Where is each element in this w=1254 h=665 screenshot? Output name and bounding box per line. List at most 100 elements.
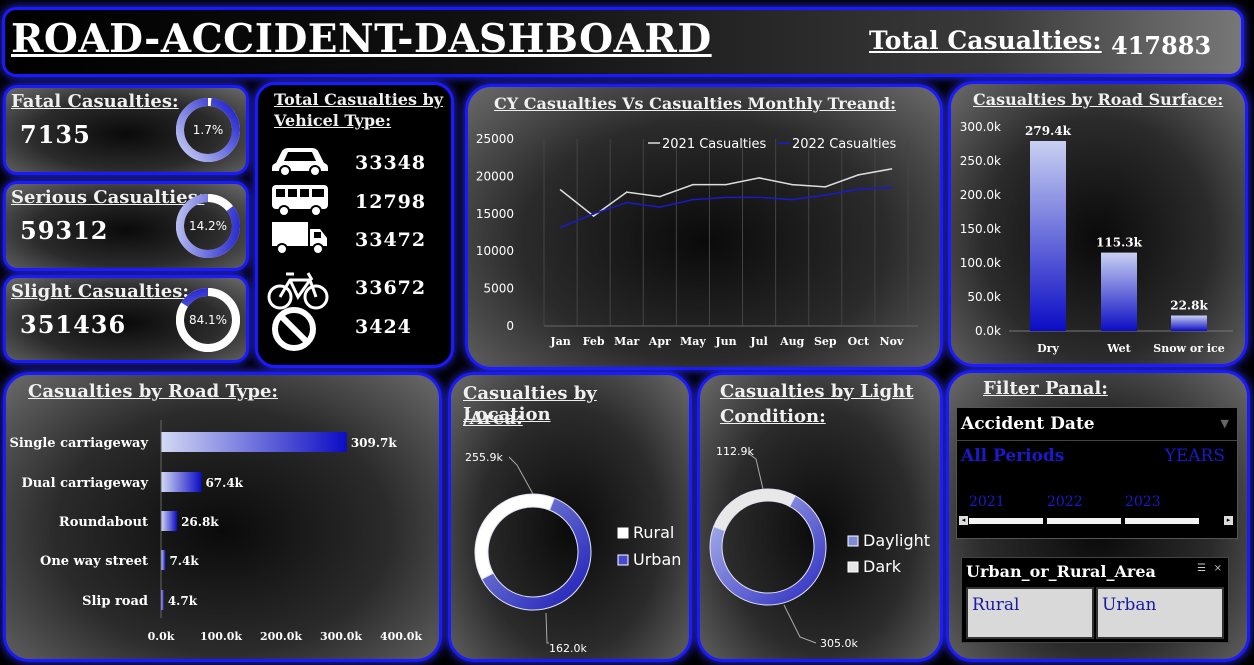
prohibited-icon bbox=[270, 307, 322, 355]
series-point bbox=[890, 186, 893, 189]
legend-label: Daylight bbox=[863, 531, 930, 550]
data-label: 255.9k bbox=[465, 451, 503, 464]
x-tick-label: Dry bbox=[1037, 342, 1059, 355]
leader-line bbox=[508, 456, 534, 495]
x-tick-label: 300.0k bbox=[320, 630, 362, 643]
timeline-period-bar[interactable] bbox=[1047, 518, 1121, 524]
x-tick-label: Jan bbox=[549, 335, 570, 348]
fatal-label: Fatal Casualties: bbox=[11, 91, 179, 112]
vehicle-count: 33348 bbox=[355, 152, 427, 174]
urban-rural-slicer[interactable]: Urban_or_Rural_Area ☰ ⨯ Rural Urban bbox=[961, 557, 1229, 643]
series-point bbox=[758, 177, 760, 179]
series-point bbox=[890, 168, 893, 170]
x-tick-label: Nov bbox=[880, 335, 904, 348]
timeline-left-arrow[interactable]: ◂ bbox=[959, 516, 968, 525]
data-label: 4.7k bbox=[168, 594, 198, 608]
y-tick-label: 50.0k bbox=[967, 290, 1001, 304]
dashboard-title: ROAD-ACCIDENT-DASHBOARD bbox=[11, 16, 712, 62]
serious-casualties-panel: Serious Casualties: 59312 14.2% bbox=[3, 181, 249, 271]
total-casualties-value: 417883 bbox=[1111, 31, 1212, 60]
y-tick-label: 150.0k bbox=[960, 222, 1001, 236]
serious-value: 59312 bbox=[20, 216, 109, 245]
vehicle-count: 33472 bbox=[355, 229, 427, 251]
x-tick-label: Mar bbox=[614, 335, 639, 348]
filter-panel: Filter Panal: Accident Date ▼ All Period… bbox=[946, 370, 1250, 662]
vehicle-row: 33672 bbox=[258, 268, 448, 312]
legend-label: Rural bbox=[633, 523, 674, 542]
timeline-year-label: 2023 bbox=[1125, 494, 1161, 510]
date-slicer-divider bbox=[957, 440, 1237, 441]
area-option-rural[interactable]: Rural bbox=[966, 587, 1094, 639]
road-type-chart: Single carriageway 309.7k Dual carriageway… bbox=[9, 420, 422, 643]
car-icon bbox=[270, 143, 330, 181]
light-donut-chart: 112.9k 305.0k Daylight Dark bbox=[709, 445, 930, 650]
data-label: 7.4k bbox=[169, 554, 199, 568]
series-point bbox=[725, 196, 727, 199]
y-tick-label: 0.0k bbox=[975, 324, 1001, 338]
y-tick-label: 10000 bbox=[476, 244, 514, 258]
series-point bbox=[625, 191, 628, 193]
road-surface-chart: 0.0k 50.0k 100.0k 150.0k 200.0k 250.0k 300.0k 2… bbox=[960, 120, 1233, 355]
y-tick-label: 20000 bbox=[476, 169, 514, 183]
y-tick-label: 15000 bbox=[476, 207, 514, 221]
leader-line bbox=[747, 452, 764, 490]
date-slicer-unit-dropdown[interactable]: YEARS bbox=[1165, 446, 1225, 466]
light-condition-panel: Casualties by Light Condition: 112.9k 305… bbox=[697, 372, 943, 662]
filter-panel-title: Filter Panal: bbox=[983, 378, 1108, 399]
data-label: 26.8k bbox=[181, 515, 219, 529]
data-label: 305.0k bbox=[820, 637, 858, 650]
truck-icon bbox=[270, 220, 330, 260]
vehicle-count: 33672 bbox=[355, 277, 427, 299]
monthly-trend-chart: 0 5000 10000 15000 20000 25000 Jan Feb Mar Apr May… bbox=[476, 132, 918, 348]
y-tick-label: 0 bbox=[506, 319, 514, 333]
legend-swatch bbox=[617, 527, 629, 539]
bar bbox=[1030, 141, 1066, 331]
x-tick-label: Sep bbox=[814, 335, 837, 348]
vehicle-row: 3424 bbox=[258, 307, 448, 351]
y-tick-label: 100.0k bbox=[960, 256, 1001, 270]
y-tick-label: 200.0k bbox=[960, 188, 1001, 202]
series-point bbox=[559, 226, 562, 229]
bar bbox=[161, 550, 166, 570]
bar bbox=[1101, 252, 1137, 331]
series-point bbox=[592, 213, 595, 215]
road-surface-panel: Casualties by Road Surface: 0.0k 50.0k 100… bbox=[948, 81, 1248, 367]
area-slicer-title: Urban_or_Rural_Area bbox=[966, 562, 1156, 581]
timeline-right-arrow[interactable]: ▸ bbox=[1224, 516, 1233, 525]
x-tick-label: 200.0k bbox=[260, 630, 302, 643]
slight-label: Slight Casualties: bbox=[11, 281, 190, 302]
location-panel: Casualties by Location /Area: 255.9k 162.… bbox=[448, 372, 692, 662]
legend-label: Dark bbox=[863, 557, 902, 576]
data-label: 162.0k bbox=[549, 642, 587, 655]
x-tick-label: Feb bbox=[583, 335, 605, 348]
bar bbox=[161, 472, 202, 492]
timeline-period-bar[interactable] bbox=[969, 518, 1043, 524]
series-point bbox=[791, 183, 793, 186]
donut-slice-rural bbox=[474, 493, 555, 580]
series-point bbox=[857, 174, 860, 176]
category-label: One way street bbox=[40, 554, 148, 569]
timeline-period-bar[interactable] bbox=[1125, 518, 1199, 524]
total-casualties-label: Total Casualties: bbox=[869, 26, 1102, 55]
accident-date-slicer[interactable]: Accident Date ▼ All Periods YEARS 2021 20… bbox=[956, 407, 1238, 539]
x-tick-label: Snow or ice bbox=[1153, 342, 1224, 355]
x-tick-label: Wet bbox=[1106, 342, 1131, 355]
data-label: 67.4k bbox=[205, 476, 243, 490]
series-point bbox=[592, 215, 595, 217]
category-label: Roundabout bbox=[59, 515, 148, 530]
y-tick-label: 25000 bbox=[476, 132, 514, 146]
slight-value: 351436 bbox=[20, 310, 127, 339]
series-point bbox=[725, 183, 727, 186]
leader-line bbox=[783, 604, 817, 644]
bar bbox=[1171, 315, 1207, 331]
area-option-urban[interactable]: Urban bbox=[1096, 587, 1224, 639]
multi-select-icon[interactable]: ☰ bbox=[1197, 563, 1206, 574]
legend-label: 2022 Casualties bbox=[792, 137, 897, 152]
vehicle-type-panel: Total Casualties by Vehicel Type: 33348 1… bbox=[255, 82, 454, 368]
category-label: Slip road bbox=[82, 594, 148, 609]
leader-line bbox=[545, 612, 549, 644]
category-label: Dual carriageway bbox=[21, 476, 148, 491]
date-slicer-clear-icon[interactable]: ▼ bbox=[1221, 417, 1229, 430]
clear-filter-icon[interactable]: ⨯ bbox=[1214, 563, 1222, 574]
y-tick-label: 5000 bbox=[483, 282, 514, 296]
